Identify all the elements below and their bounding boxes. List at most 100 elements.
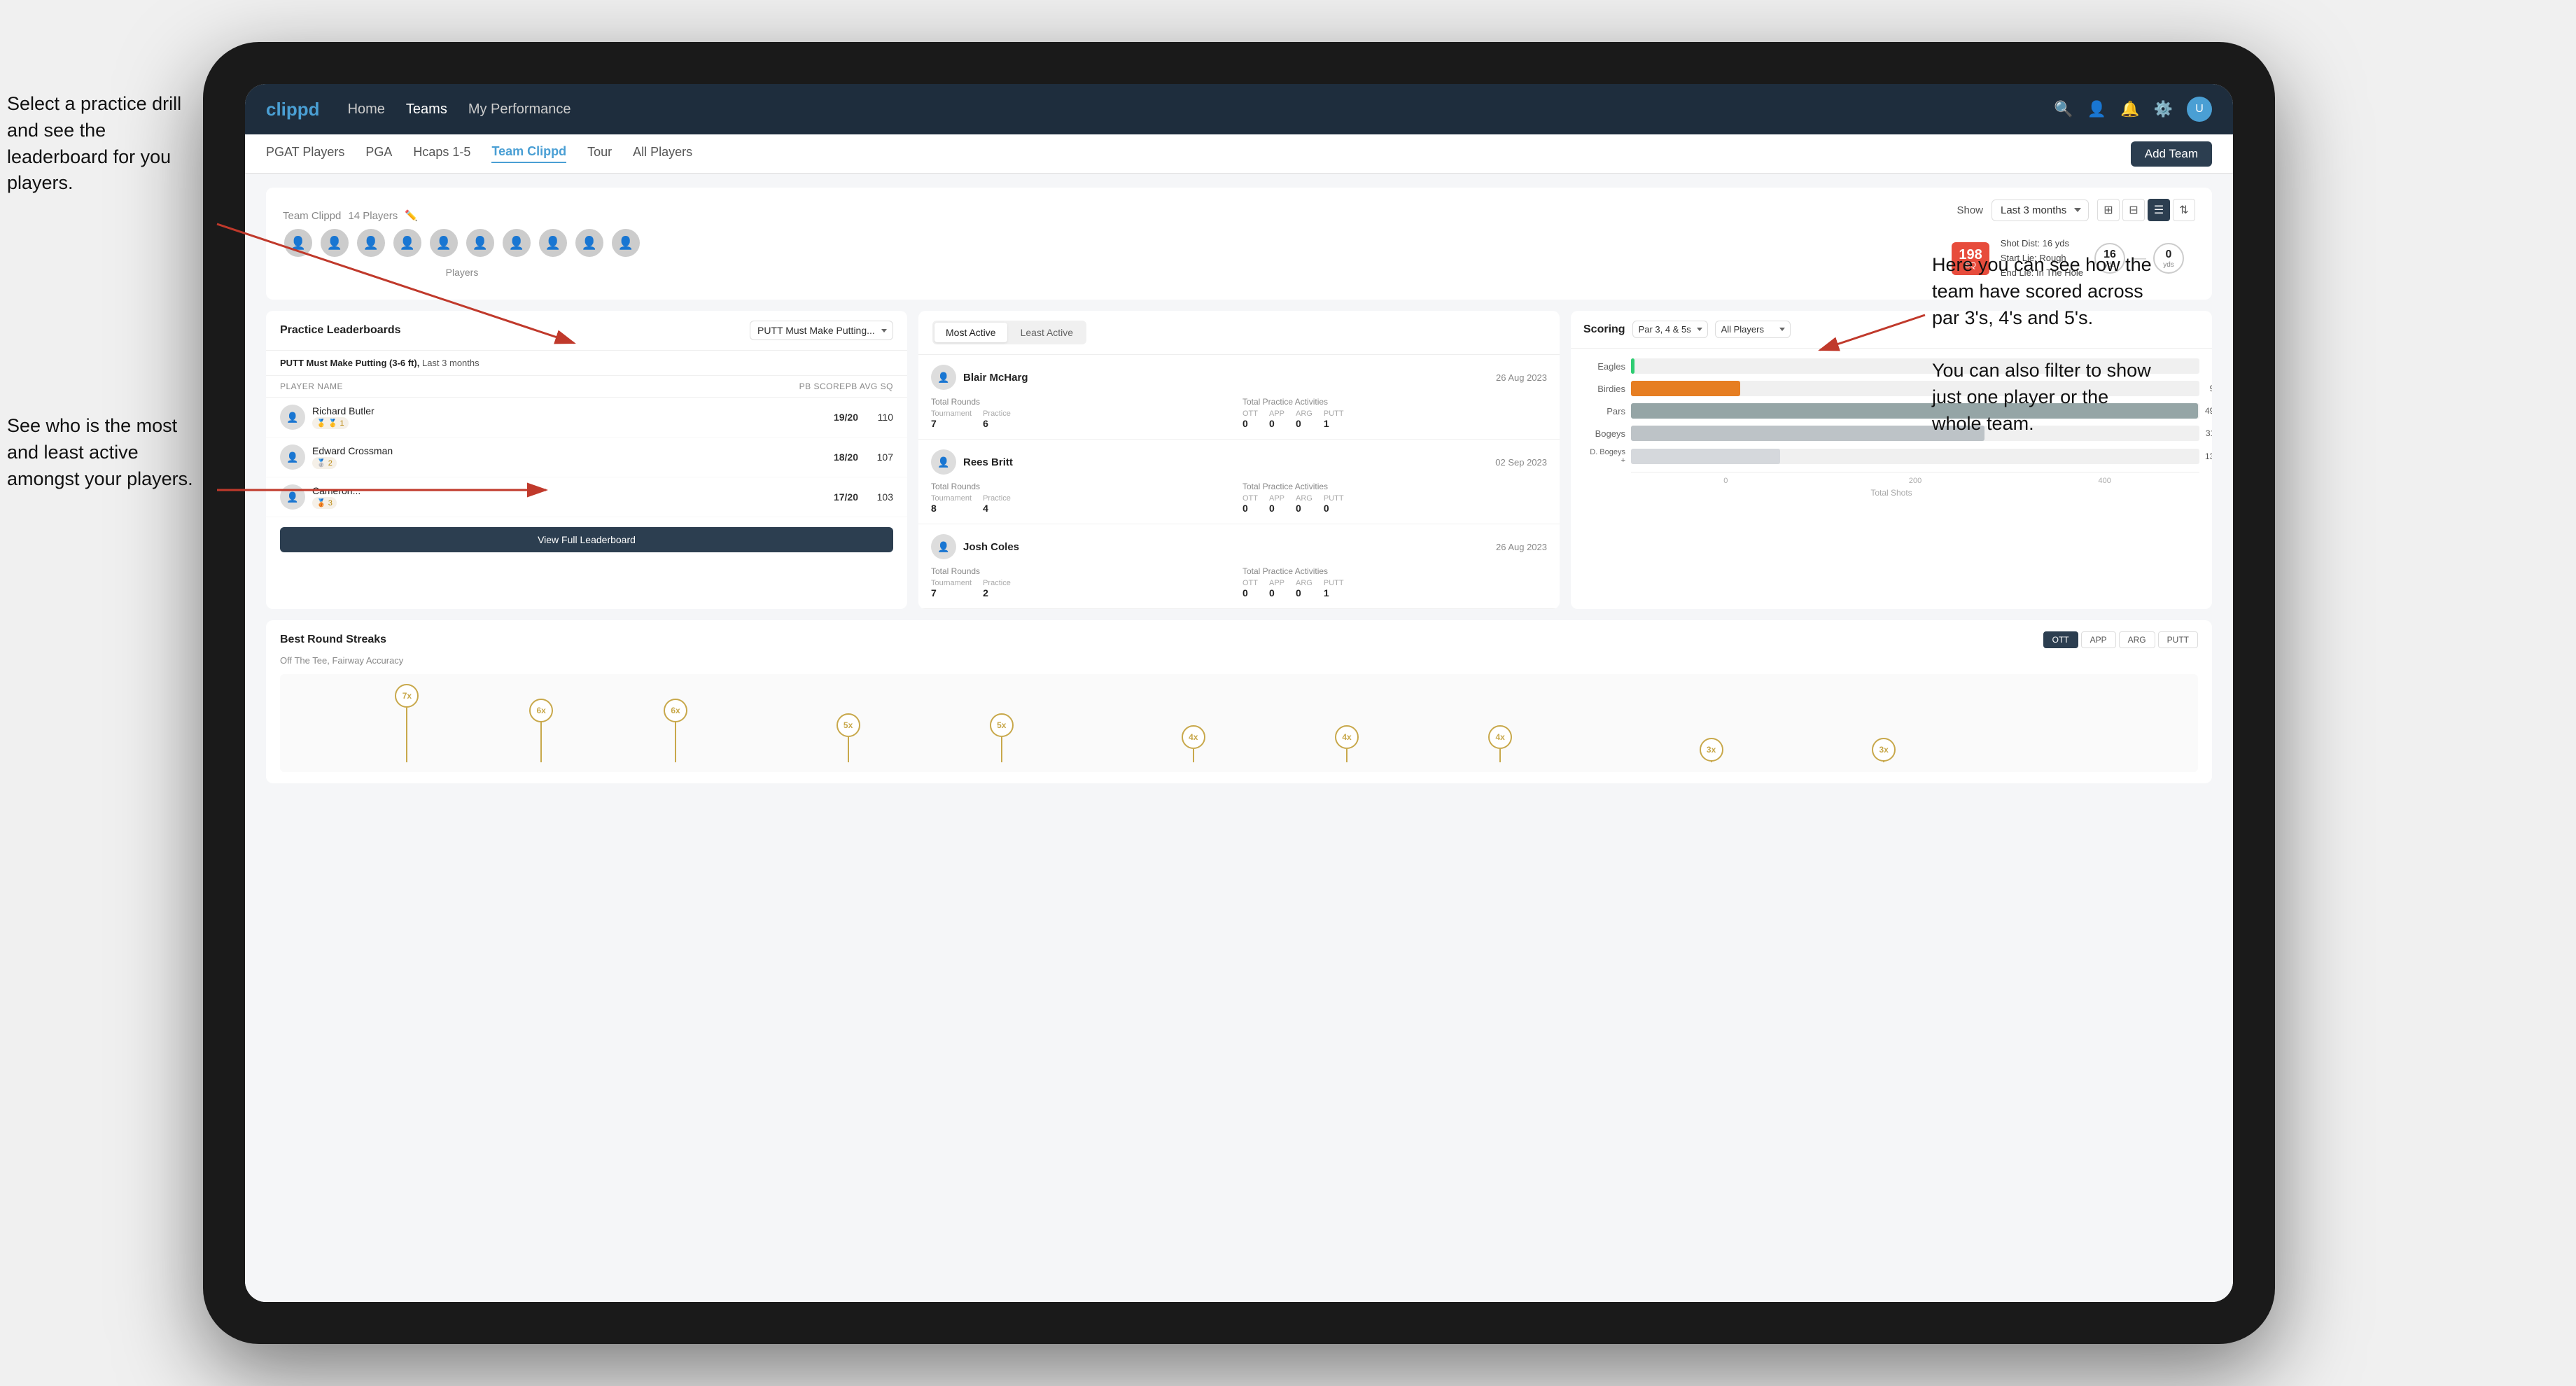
- nav-icons: 🔍 👤 🔔 ⚙️ U: [2054, 97, 2212, 122]
- user-avatar[interactable]: U: [2187, 97, 2212, 122]
- streaks-btn-app[interactable]: APP: [2081, 631, 2116, 648]
- scoring-par-select[interactable]: Par 3, 4 & 5s Par 3s only Par 4s only Pa…: [1632, 321, 1708, 338]
- add-team-button[interactable]: Add Team: [2131, 141, 2212, 167]
- streak-line-7: [1346, 749, 1348, 762]
- streaks-btn-arg[interactable]: ARG: [2119, 631, 2155, 648]
- lb-row-3: 👤 Cameron... 🥉 3 17/20 103: [266, 477, 907, 517]
- view-full-container: View Full Leaderboard: [266, 527, 907, 569]
- lb-columns: PLAYER NAME PB SCORE PB AVG SQ: [266, 376, 907, 398]
- player-avatar-1: 👤: [283, 227, 314, 258]
- three-columns: Practice Leaderboards PUTT Must Make Put…: [266, 311, 2212, 609]
- streak-line-8: [1499, 749, 1501, 762]
- nav-link-home[interactable]: Home: [348, 102, 385, 118]
- search-icon[interactable]: 🔍: [2054, 100, 2073, 118]
- streak-circle-5: 5x: [990, 713, 1014, 737]
- scoring-title: Scoring: [1583, 323, 1625, 336]
- streak-circle-7: 4x: [1335, 725, 1359, 749]
- activity-avatar-2: 👤: [931, 449, 956, 475]
- edit-team-icon[interactable]: ✏️: [405, 209, 418, 222]
- player-avatar-9: 👤: [574, 227, 605, 258]
- subnav-pgat[interactable]: PGAT Players: [266, 145, 344, 162]
- scoring-player-select[interactable]: All Players Blair McHarg Rees Britt Josh…: [1715, 321, 1791, 338]
- bell-icon[interactable]: 🔔: [2120, 100, 2139, 118]
- streak-circle-2: 6x: [529, 699, 553, 722]
- navbar: clippd Home Teams My Performance 🔍 👤 🔔 ⚙…: [245, 84, 2233, 134]
- lb-badge-3: 🥉 3: [312, 497, 337, 509]
- practice-act-row-1: OTT 0 APP 0 ARG 0: [1242, 410, 1547, 429]
- subnav-all-players[interactable]: All Players: [633, 145, 692, 162]
- gear-icon[interactable]: ⚙️: [2154, 100, 2173, 118]
- streak-line-2: [540, 722, 542, 762]
- activity-stats-2: Total Rounds Tournament 8 Practice 4: [931, 482, 1547, 514]
- view-grid9-btn[interactable]: ⊟: [2122, 199, 2145, 221]
- streaks-subtitle: Off The Tee, Fairway Accuracy: [280, 655, 2198, 666]
- player-avatar-4: 👤: [392, 227, 423, 258]
- streaks-btn-ott[interactable]: OTT: [2043, 631, 2078, 648]
- scoring-xaxis: 0 200 400: [1631, 472, 2199, 485]
- streak-line-5: [1001, 737, 1002, 762]
- subnav: PGAT Players PGA Hcaps 1-5 Team Clippd T…: [245, 134, 2233, 174]
- player-avatar-5: 👤: [428, 227, 459, 258]
- subnav-pga[interactable]: PGA: [365, 145, 392, 162]
- view-full-leaderboard-button[interactable]: View Full Leaderboard: [280, 527, 893, 552]
- activity-stats-3: Total Rounds Tournament 7 Practice 2: [931, 566, 1547, 598]
- activity-date-3: 26 Aug 2023: [1496, 542, 1547, 552]
- lb-player-name-3: Cameron...: [312, 485, 816, 496]
- tab-most-active[interactable]: Most Active: [934, 323, 1007, 342]
- bar-value-birdies: 96: [2210, 384, 2212, 393]
- subnav-team-clippd[interactable]: Team Clippd: [491, 144, 566, 163]
- practice-activities-group-1: Total Practice Activities OTT 0 APP 0: [1242, 397, 1547, 429]
- streak-dot-4: 5x: [836, 713, 860, 762]
- streaks-card: Best Round Streaks OTT APP ARG PUTT Off …: [266, 620, 2212, 783]
- lb-player-name-2: Edward Crossman: [312, 445, 816, 456]
- streak-line-3: [675, 722, 676, 762]
- view-list-btn[interactable]: ☰: [2148, 199, 2170, 221]
- person-icon[interactable]: 👤: [2087, 100, 2106, 118]
- total-rounds-label-1: Total Rounds: [931, 397, 1236, 407]
- activity-player-2-header: 👤 Rees Britt 02 Sep 2023: [931, 449, 1547, 475]
- lb-avg-3: 103: [865, 491, 893, 503]
- activity-player-1: 👤 Blair McHarg 26 Aug 2023 Total Rounds …: [918, 355, 1560, 440]
- bar-track-double: 131: [1631, 449, 2199, 464]
- bar-value-pars: 499: [2205, 406, 2212, 416]
- total-rounds-group-1: Total Rounds Tournament 7 Practice 6: [931, 397, 1236, 429]
- activity-name-2: Rees Britt: [963, 456, 1488, 468]
- lb-player-info-2: Edward Crossman 🥈 2: [312, 445, 816, 469]
- practice-stat-1: Practice 6: [983, 410, 1011, 429]
- activity-name-1: Blair McHarg: [963, 372, 1489, 384]
- tournament-stat-1: Tournament 7: [931, 410, 972, 429]
- subnav-hcaps[interactable]: Hcaps 1-5: [413, 145, 470, 162]
- streak-dot-5: 5x: [990, 713, 1014, 762]
- nav-link-teams[interactable]: Teams: [406, 102, 447, 118]
- streak-dot-2: 6x: [529, 699, 553, 762]
- bar-fill-double: [1631, 449, 1780, 464]
- player-avatar-6: 👤: [465, 227, 496, 258]
- lb-score-2: 18/20: [823, 451, 858, 463]
- view-filter-btn[interactable]: ⇅: [2173, 199, 2195, 221]
- subnav-tour[interactable]: Tour: [587, 145, 612, 162]
- bar-label-bogeys: Bogeys: [1583, 428, 1625, 439]
- activity-avatar-3: 👤: [931, 534, 956, 559]
- lb-score-1: 19/20: [823, 412, 858, 423]
- player-avatar-7: 👤: [501, 227, 532, 258]
- view-grid4-btn[interactable]: ⊞: [2097, 199, 2120, 221]
- streak-dot-10: 3x: [1872, 738, 1896, 762]
- ipad-frame: clippd Home Teams My Performance 🔍 👤 🔔 ⚙…: [203, 42, 2275, 1344]
- tab-least-active[interactable]: Least Active: [1009, 323, 1085, 342]
- drill-select[interactable]: PUTT Must Make Putting...: [750, 321, 893, 340]
- bar-label-pars: Pars: [1583, 406, 1625, 416]
- show-select[interactable]: Last 3 months Last month Last 6 months: [1991, 200, 2089, 221]
- lb-player-info-1: Richard Butler 🥇 🥇 1: [312, 405, 816, 429]
- practice-leaderboards-card: Practice Leaderboards PUTT Must Make Put…: [266, 311, 907, 609]
- nav-link-performance[interactable]: My Performance: [468, 102, 571, 118]
- annotation-right: Here you can see how the team have score…: [1932, 252, 2156, 438]
- streaks-btn-putt[interactable]: PUTT: [2158, 631, 2198, 648]
- bar-label-eagles: Eagles: [1583, 361, 1625, 372]
- streak-line-1: [406, 708, 407, 762]
- bar-label-birdies: Birdies: [1583, 384, 1625, 394]
- activity-player-3: 👤 Josh Coles 26 Aug 2023 Total Rounds To…: [918, 524, 1560, 609]
- streak-dot-6: 4x: [1182, 725, 1205, 762]
- show-controls: Show Last 3 months Last month Last 6 mon…: [1956, 199, 2195, 221]
- lb-player-name-1: Richard Butler: [312, 405, 816, 416]
- total-rounds-row-1: Tournament 7 Practice 6: [931, 410, 1236, 429]
